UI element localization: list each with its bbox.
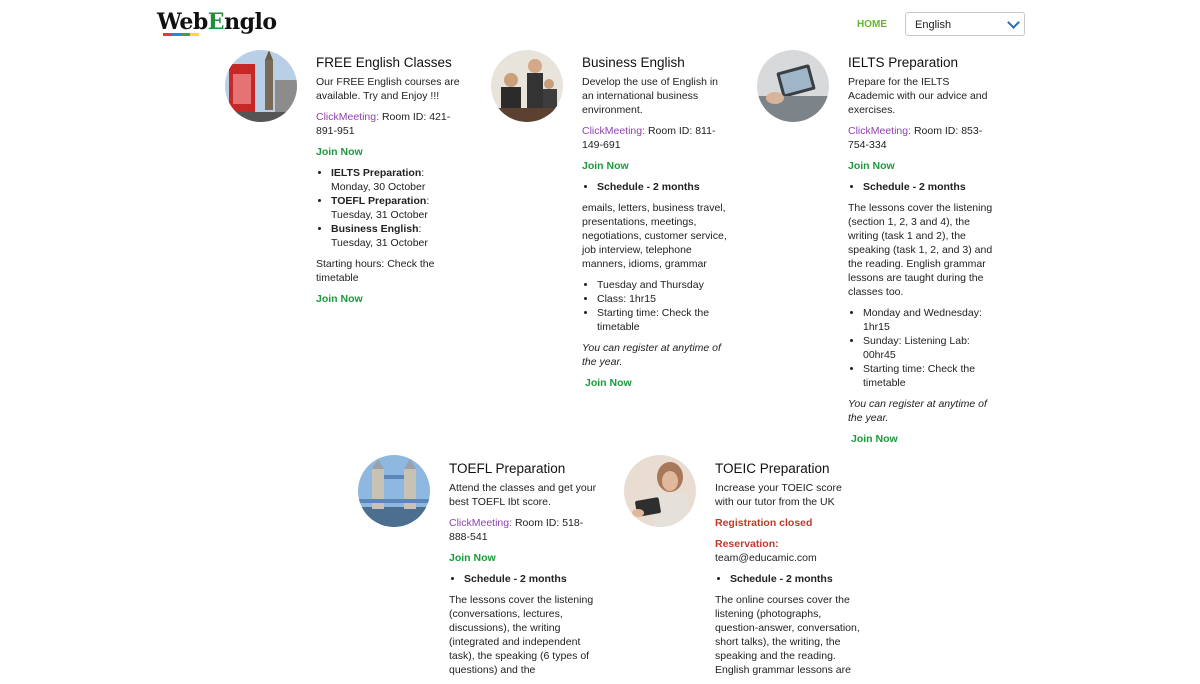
card-free-content: FREE English Classes Our FREE English co… bbox=[316, 55, 464, 313]
london-phonebooth-image bbox=[225, 50, 297, 122]
list-item: Sunday: Listening Lab: 00hr45 bbox=[863, 334, 996, 362]
schedule-list: Schedule - 2 months bbox=[848, 180, 996, 194]
course-description: The online courses cover the listening (… bbox=[715, 594, 860, 676]
reservation-label: Reservation: bbox=[715, 538, 779, 550]
clickmeeting-link[interactable]: ClickMeeting: bbox=[449, 517, 512, 529]
chevron-down-icon bbox=[1007, 16, 1020, 29]
clickmeeting-room: ClickMeeting: Room ID: 518-888-541 bbox=[449, 516, 597, 544]
card-title: TOEIC Preparation bbox=[715, 461, 830, 476]
card-description: Attend the classes and get your best TOE… bbox=[449, 482, 597, 508]
list-item: Monday and Wednesday: 1hr15 bbox=[863, 306, 996, 334]
schedule-list: Schedule - 2 months bbox=[449, 572, 597, 586]
schedule-heading: Schedule - 2 months bbox=[464, 572, 597, 586]
join-now-button[interactable]: Join Now bbox=[449, 551, 597, 565]
logo-text-nglo: nglo bbox=[224, 9, 277, 35]
join-now-button[interactable]: Join Now bbox=[316, 145, 464, 159]
card-title: IELTS Preparation bbox=[848, 55, 959, 70]
clickmeeting-room: ClickMeeting: Room ID: 421-891-951 bbox=[316, 110, 464, 138]
registration-note: You can register at anytime of the year. bbox=[848, 398, 987, 424]
list-item: IELTS Preparation: Monday, 30 October bbox=[331, 166, 464, 194]
clickmeeting-room: ClickMeeting: Room ID: 853-754-334 bbox=[848, 124, 996, 152]
site-header: WebEnglo HOME English bbox=[0, 0, 1200, 48]
list-item: Starting time: Check the timetable bbox=[597, 306, 730, 334]
nav-home-link[interactable]: HOME bbox=[857, 19, 887, 30]
list-item: Tuesday and Thursday bbox=[597, 278, 730, 292]
course-description: The lessons cover the listening (section… bbox=[848, 202, 993, 298]
join-now-button[interactable]: Join Now bbox=[316, 292, 464, 306]
card-toeic-content: TOEIC Preparation Increase your TOEIC sc… bbox=[715, 461, 863, 684]
tower-bridge-image bbox=[358, 455, 430, 527]
card-description: Our FREE English courses are available. … bbox=[316, 76, 460, 102]
tablet-hands-image bbox=[757, 50, 829, 122]
clickmeeting-link[interactable]: ClickMeeting: bbox=[848, 125, 911, 137]
card-description: Increase your TOEIC score with our tutor… bbox=[715, 482, 842, 508]
starting-hours: Starting hours: Check the timetable bbox=[316, 258, 435, 284]
card-description: Prepare for the IELTS Academic with our … bbox=[848, 76, 988, 116]
clickmeeting-room: ClickMeeting: Room ID: 811-149-691 bbox=[582, 124, 730, 152]
reservation-email[interactable]: team@educamic.com bbox=[715, 552, 817, 564]
class-details-list: Tuesday and Thursday Class: 1hr15 Starti… bbox=[582, 278, 730, 334]
class-dates-list: IELTS Preparation: Monday, 30 October TO… bbox=[316, 166, 464, 250]
card-title: Business English bbox=[582, 55, 685, 70]
list-item: Business English: Tuesday, 31 October bbox=[331, 222, 464, 250]
clickmeeting-link[interactable]: ClickMeeting: bbox=[582, 125, 645, 137]
join-now-button[interactable]: Join Now bbox=[585, 376, 730, 390]
card-title: FREE English Classes bbox=[316, 55, 452, 70]
join-now-button[interactable]: Join Now bbox=[582, 159, 730, 173]
join-now-button[interactable]: Join Now bbox=[851, 432, 996, 446]
card-ielts-content: IELTS Preparation Prepare for the IELTS … bbox=[848, 55, 996, 453]
list-item: Class: 1hr15 bbox=[597, 292, 730, 306]
language-select-value: English bbox=[915, 19, 952, 31]
schedule-list: Schedule - 2 months bbox=[715, 572, 863, 586]
join-now-button[interactable]: Join Now bbox=[848, 159, 996, 173]
schedule-heading: Schedule - 2 months bbox=[863, 180, 996, 194]
card-business-content: Business English Develop the use of Engl… bbox=[582, 55, 730, 397]
schedule-list: Schedule - 2 months bbox=[582, 180, 730, 194]
schedule-heading: Schedule - 2 months bbox=[730, 572, 863, 586]
business-meeting-image bbox=[491, 50, 563, 122]
card-title: TOEFL Preparation bbox=[449, 461, 566, 476]
language-select[interactable]: English bbox=[905, 12, 1025, 36]
card-toefl-content: TOEFL Preparation Attend the classes and… bbox=[449, 461, 597, 684]
schedule-heading: Schedule - 2 months bbox=[597, 180, 730, 194]
course-topics: emails, letters, business travel, presen… bbox=[582, 202, 727, 270]
class-details-list: Monday and Wednesday: 1hr15 Sunday: List… bbox=[848, 306, 996, 390]
registration-closed-label: Registration closed bbox=[715, 517, 813, 529]
list-item: TOEFL Preparation: Tuesday, 31 October bbox=[331, 194, 464, 222]
logo-text-e: E bbox=[207, 9, 225, 35]
site-logo[interactable]: WebEnglo bbox=[157, 9, 277, 35]
clickmeeting-link[interactable]: ClickMeeting: bbox=[316, 111, 379, 123]
registration-note: You can register at anytime of the year. bbox=[582, 342, 721, 368]
course-description: The lessons cover the listening (convers… bbox=[449, 594, 594, 676]
card-description: Develop the use of English in an interna… bbox=[582, 76, 719, 116]
logo-text-web: Web bbox=[157, 9, 208, 35]
logo-color-bar bbox=[163, 33, 199, 36]
reservation-info: Reservation: team@educamic.com bbox=[715, 537, 863, 565]
list-item: Starting time: Check the timetable bbox=[863, 362, 996, 390]
woman-tablet-image bbox=[624, 455, 696, 527]
